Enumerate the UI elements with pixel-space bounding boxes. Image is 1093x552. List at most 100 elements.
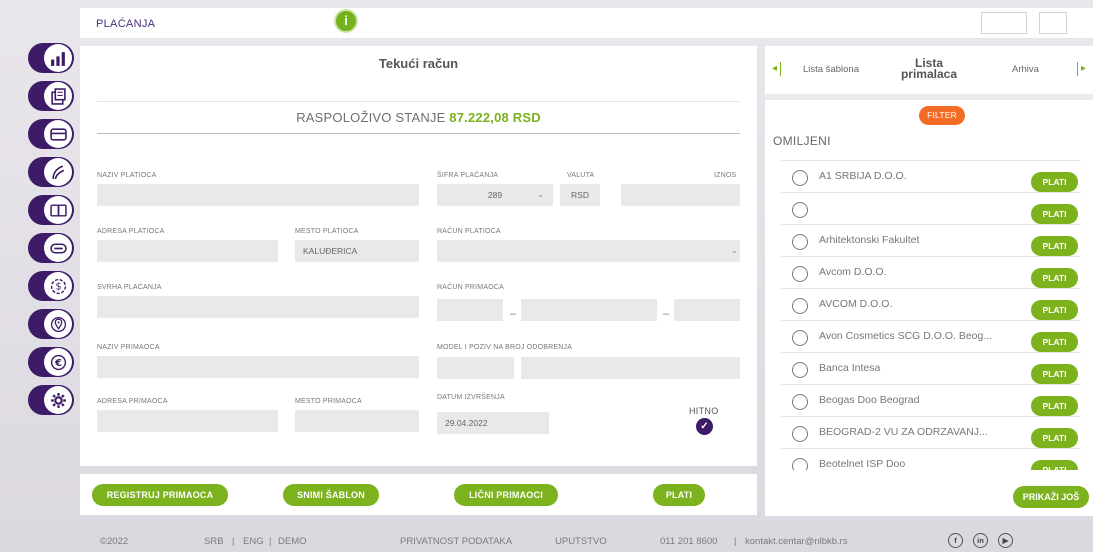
recipient-account-part3[interactable]	[674, 299, 740, 321]
pay-recipient-button[interactable]: PLATI	[1031, 396, 1078, 416]
nav-item-currency[interactable]: €	[28, 347, 76, 377]
list-item: Arhitektonski Fakultet PLATI	[781, 224, 1081, 257]
action-bar: REGISTRUJ PRIMAOCA SNIMI ŠABLON LIČNI PR…	[80, 474, 757, 515]
nav-item-documents[interactable]	[28, 81, 76, 111]
currency-value: RSD	[571, 190, 589, 200]
payment-purpose-field[interactable]	[97, 296, 419, 318]
reference-number-field[interactable]	[521, 357, 740, 379]
payer-city-field[interactable]: KALUĐERICA	[295, 240, 419, 262]
nav-item-credits[interactable]	[28, 157, 76, 187]
model-reference-label: MODEL I POZIV NA BROJ ODOBRENJA	[437, 344, 573, 351]
youtube-icon[interactable]: ▶	[998, 533, 1013, 548]
nav-item-cards[interactable]	[28, 119, 76, 149]
pay-recipient-button[interactable]: PLATI	[1031, 236, 1078, 256]
payer-name-field[interactable]	[97, 184, 419, 206]
list-item: BEOGRAD-2 VU ZA ODRZAVANJ... PLATI	[781, 416, 1081, 449]
personal-recipients-button[interactable]: LIČNI PRIMAOCI	[454, 484, 558, 506]
show-more-button[interactable]: PRIKAŽI JOŠ	[1013, 486, 1089, 508]
recipient-name-label: NAZIV PRIMAOCA	[97, 344, 160, 351]
manual-link[interactable]: UPUTSTVO	[555, 536, 607, 547]
pay-recipient-button[interactable]: PLATI	[1031, 332, 1078, 352]
payer-account-select[interactable]: ⌄	[437, 240, 740, 262]
pay-recipient-button[interactable]: PLATI	[1031, 364, 1078, 384]
recipient-name: BEOGRAD-2 VU ZA ODRZAVANJ...	[819, 426, 988, 438]
recipient-account-part2[interactable]	[521, 299, 657, 321]
nav-item-transfers[interactable]	[28, 195, 76, 225]
email-link[interactable]: kontakt.centar@nlbkb.rs	[745, 536, 848, 547]
pay-recipient-button[interactable]: PLATI	[1031, 428, 1078, 448]
tab-templates[interactable]: Lista šablona	[803, 64, 859, 75]
chevron-right-icon[interactable]: ▸	[1077, 62, 1089, 76]
payment-code-value: 289	[487, 190, 503, 200]
separator: |	[734, 536, 737, 547]
pay-recipient-button[interactable]: PLATI	[1031, 172, 1078, 192]
radio-button[interactable]	[792, 426, 808, 442]
phone-number: 011 201 8600	[660, 536, 718, 547]
radio-button[interactable]	[792, 170, 808, 186]
facebook-icon[interactable]: f	[948, 533, 963, 548]
recipient-name: AVCOM D.O.O.	[819, 298, 893, 310]
recipient-address-field[interactable]	[97, 410, 278, 432]
top-right-box-1[interactable]	[981, 12, 1027, 34]
chevron-left-icon[interactable]: ◂	[769, 62, 781, 76]
pay-recipient-button[interactable]: PLATI	[1031, 300, 1078, 320]
separator: |	[232, 536, 235, 547]
document-stack-icon	[50, 87, 66, 105]
pay-recipient-button[interactable]: PLATI	[1031, 460, 1078, 470]
privacy-link[interactable]: PRIVATNOST PODATAKA	[400, 536, 512, 547]
nav-item-settings[interactable]	[28, 385, 76, 415]
lang-srb-link[interactable]: SRB	[204, 536, 224, 547]
divider	[97, 133, 740, 134]
recipients-list: A1 SRBIJA D.O.O. PLATI PLATI Arhitektons…	[781, 160, 1081, 470]
copyright: ©2022	[100, 536, 129, 547]
recipient-city-field[interactable]	[295, 410, 419, 432]
filter-button[interactable]: FILTER	[919, 106, 965, 125]
register-recipient-button[interactable]: REGISTRUJ PRIMAOCA	[92, 484, 228, 506]
recipient-name-field[interactable]	[97, 356, 419, 378]
payment-code-select[interactable]: 289 ⌄	[437, 184, 553, 206]
payer-address-field[interactable]	[97, 240, 278, 262]
radio-button[interactable]	[792, 298, 808, 314]
card-icon	[49, 127, 67, 141]
radio-button[interactable]	[792, 330, 808, 346]
radio-button[interactable]	[792, 266, 808, 282]
linkedin-icon[interactable]: in	[973, 533, 988, 548]
radio-button[interactable]	[792, 394, 808, 410]
nav-item-charts[interactable]	[28, 43, 76, 73]
lang-eng-link[interactable]: ENG	[243, 536, 264, 547]
save-template-button[interactable]: SNIMI ŠABLON	[283, 484, 379, 506]
balance-value: 87.222,08 RSD	[449, 110, 541, 125]
nav-item-exchange[interactable]: $	[28, 271, 76, 301]
urgent-checkbox[interactable]: ✓	[696, 418, 713, 435]
nav-item-withdraw[interactable]	[28, 233, 76, 263]
location-pin-icon	[50, 316, 66, 332]
pay-recipient-button[interactable]: PLATI	[1031, 268, 1078, 288]
dollar-refresh-icon: $	[50, 278, 66, 294]
dash: –	[510, 308, 517, 320]
radio-button[interactable]	[792, 234, 808, 250]
recipient-name: Beogas Doo Beograd	[819, 394, 920, 406]
radio-button[interactable]	[792, 362, 808, 378]
nav-item-locations[interactable]	[28, 309, 76, 339]
demo-link[interactable]: DEMO	[278, 536, 307, 547]
radio-button[interactable]	[792, 202, 808, 218]
recipient-name: Arhitektonski Fakultet	[819, 234, 920, 246]
currency-label: VALUTA	[567, 172, 595, 179]
pay-recipient-button[interactable]: PLATI	[1031, 204, 1078, 224]
info-icon[interactable]: i	[334, 9, 358, 33]
execution-date-field[interactable]: 29.04.2022	[437, 412, 549, 434]
amount-field[interactable]	[621, 184, 740, 206]
recipient-address-label: ADRESA PRIMAOCA	[97, 398, 168, 405]
radio-button[interactable]	[792, 458, 808, 470]
payer-city-label: MESTO PLATIOCA	[295, 228, 359, 235]
tab-recipients[interactable]: Lista primalaca	[899, 57, 959, 80]
recipient-account-part1[interactable]	[437, 299, 503, 321]
tab-archive[interactable]: Arhiva	[1012, 64, 1039, 75]
pay-button[interactable]: PLATI	[653, 484, 705, 506]
top-right-box-2[interactable]	[1039, 12, 1067, 34]
recipient-name: Avcom D.O.O.	[819, 266, 887, 278]
recipient-name: Avon Cosmetics SCG D.O.O. Beog...	[819, 330, 993, 342]
exchange-cards-icon	[49, 203, 67, 217]
currency-field[interactable]: RSD	[560, 184, 600, 206]
model-field[interactable]	[437, 357, 514, 379]
